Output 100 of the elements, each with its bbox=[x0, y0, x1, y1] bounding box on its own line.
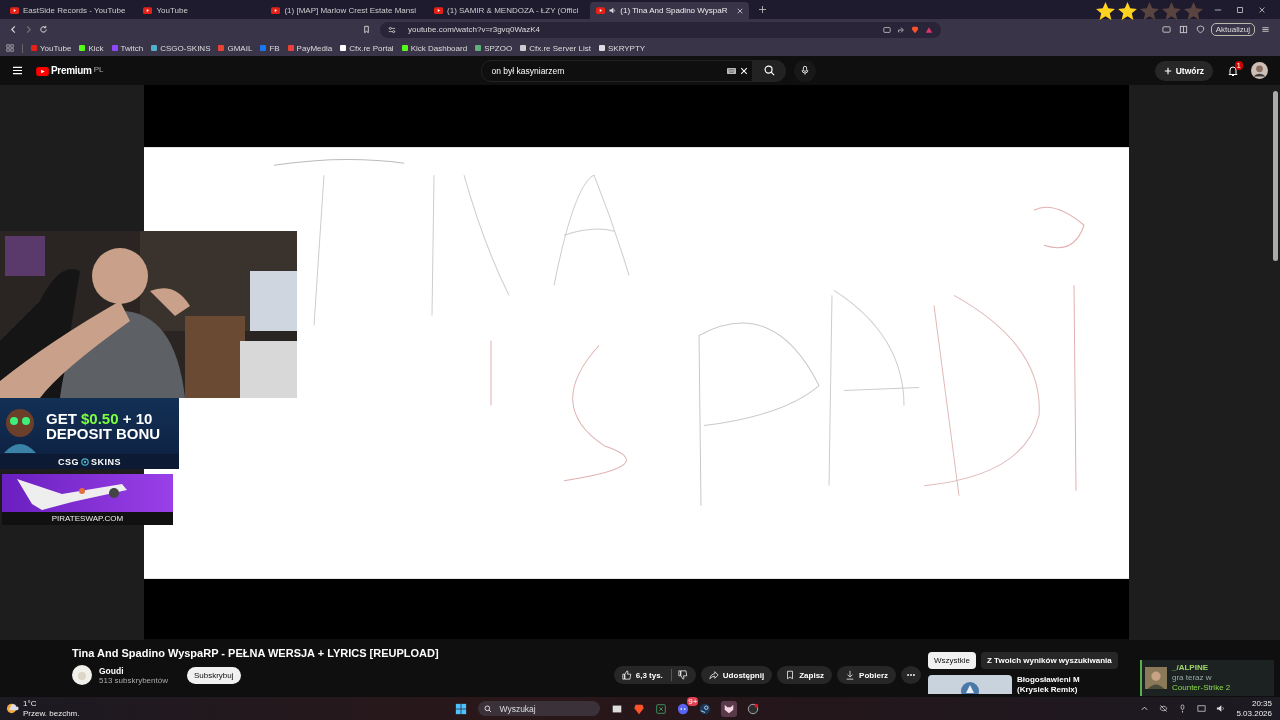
restore-icon[interactable] bbox=[1236, 5, 1244, 14]
site-settings-icon[interactable] bbox=[388, 25, 396, 34]
browser-tab[interactable]: YouTube bbox=[137, 2, 260, 19]
share-icon[interactable] bbox=[897, 25, 905, 34]
record-icon[interactable] bbox=[747, 702, 760, 715]
windows-icon[interactable] bbox=[455, 702, 468, 715]
subscribe-button[interactable]: Subskrybuj bbox=[186, 666, 241, 684]
brand-name: SKINS bbox=[91, 456, 121, 467]
address-bar[interactable]: youtube.com/watch?v=r3gvq0WazK4 bbox=[380, 21, 941, 38]
chevron-up-icon[interactable] bbox=[1140, 704, 1150, 713]
bookmark-item[interactable]: Cfx.re Server List bbox=[520, 43, 591, 53]
bookmark-item[interactable]: Kick Dashboard bbox=[401, 43, 468, 53]
bookmark-item[interactable]: SPZOO bbox=[475, 43, 513, 53]
create-button[interactable]: Utwórz bbox=[1154, 60, 1213, 81]
temperature: 1°C bbox=[23, 698, 38, 709]
keyboard-icon[interactable] bbox=[726, 67, 736, 74]
browser-tab[interactable]: (1) SAMIR & MENDOZA - ŁZY (Offici bbox=[428, 2, 585, 19]
play-icon bbox=[143, 7, 153, 14]
spreadsheet-icon[interactable] bbox=[655, 702, 668, 715]
bookmark-item[interactable]: CSGO-SKINS bbox=[151, 43, 211, 53]
search-field[interactable]: Wyszukaj bbox=[478, 701, 601, 716]
star-icon bbox=[1161, 1, 1182, 22]
chat-app-icon[interactable] bbox=[677, 702, 690, 715]
monitor-icon[interactable] bbox=[1197, 704, 1207, 713]
search-icon bbox=[763, 65, 775, 76]
sidebar-icon[interactable] bbox=[1178, 25, 1188, 34]
brand-name: CSG bbox=[58, 456, 79, 467]
speaker-icon[interactable] bbox=[1216, 704, 1226, 713]
browser-tab[interactable]: EastSide Records - YouTube bbox=[4, 2, 132, 19]
channel-name[interactable]: Goudi bbox=[99, 665, 168, 676]
browser-tab[interactable]: (1) Tina And Spadino WyspaR bbox=[590, 2, 750, 19]
action-button[interactable]: Pobierz bbox=[837, 666, 896, 684]
bookmark-item[interactable]: PayMedia bbox=[287, 43, 333, 53]
dislike-icon[interactable] bbox=[677, 670, 688, 680]
microphone-icon[interactable] bbox=[1178, 704, 1188, 713]
share-icon bbox=[708, 670, 719, 680]
bookmark-item[interactable]: YouTube bbox=[31, 43, 72, 53]
ad-headline: DEPOSIT BONU bbox=[46, 426, 161, 441]
friend-name: _/ALPINE bbox=[1172, 663, 1209, 673]
avatar-icon[interactable] bbox=[1251, 62, 1268, 79]
search-input[interactable]: on był kasyniarzem bbox=[489, 64, 727, 77]
game-name: Counter-Strike 2 bbox=[1172, 683, 1231, 693]
back-icon[interactable] bbox=[9, 25, 18, 34]
bookmark-item[interactable]: SKRYPTY bbox=[598, 43, 646, 53]
more-button[interactable] bbox=[901, 666, 921, 684]
fox-icon[interactable] bbox=[721, 700, 738, 717]
play-icon bbox=[271, 7, 281, 14]
search-button[interactable] bbox=[752, 59, 786, 82]
notification-toast[interactable]: _/ALPINE gra teraz w Counter-Strike 2 bbox=[1140, 660, 1274, 696]
close-icon[interactable] bbox=[737, 7, 744, 14]
clear-icon[interactable] bbox=[739, 66, 748, 75]
subscriber-count: 513 subskrybentów bbox=[99, 675, 168, 685]
thumbs-up-icon bbox=[621, 670, 632, 680]
action-button[interactable]: Udostępnij bbox=[700, 666, 773, 684]
new-tab-icon[interactable] bbox=[759, 6, 767, 13]
filter-chip[interactable]: Z Twoich wyników wyszukiwania bbox=[981, 652, 1118, 669]
play-icon bbox=[10, 7, 19, 14]
speaker-icon[interactable] bbox=[609, 7, 617, 14]
clock[interactable]: 20:35 5.03.2026 bbox=[1236, 698, 1272, 719]
menu-icon[interactable] bbox=[12, 66, 23, 75]
search-field[interactable]: on był kasyniarzem bbox=[480, 59, 753, 82]
action-button[interactable]: Zapisz bbox=[777, 666, 833, 684]
weather-icon[interactable] bbox=[6, 702, 19, 715]
play-icon bbox=[596, 7, 606, 14]
close-icon[interactable] bbox=[1258, 5, 1266, 14]
filter-chip[interactable]: Wszystkie bbox=[928, 652, 976, 669]
triangle-icon[interactable] bbox=[925, 25, 933, 34]
bookmark-item[interactable]: Kick bbox=[79, 43, 104, 53]
video-title[interactable]: Błogosławieni M bbox=[1017, 675, 1080, 685]
search-input[interactable]: Wyszukaj bbox=[497, 702, 582, 715]
search-icon bbox=[484, 704, 493, 713]
star-icon bbox=[1139, 1, 1160, 22]
bookmark-item[interactable]: Cfx.re Portal bbox=[340, 43, 394, 53]
reload-icon[interactable] bbox=[39, 25, 48, 34]
microphone-icon bbox=[799, 65, 810, 76]
bookmark-icon[interactable] bbox=[362, 25, 371, 34]
notification-badge: 1 bbox=[1234, 60, 1243, 70]
bookmark-item[interactable]: Twitch bbox=[111, 43, 144, 53]
cast-icon[interactable] bbox=[883, 25, 891, 34]
forward-icon[interactable] bbox=[24, 25, 33, 34]
extension-icon[interactable] bbox=[1161, 25, 1171, 34]
download-icon bbox=[845, 670, 856, 680]
eye-off-icon[interactable] bbox=[1159, 704, 1169, 713]
bookmark-item[interactable]: GMAIL bbox=[218, 43, 253, 53]
play-icon bbox=[434, 7, 444, 14]
star-icon bbox=[1095, 1, 1116, 22]
shield-icon[interactable] bbox=[1195, 25, 1205, 34]
notification-badge: 9+ bbox=[687, 696, 699, 706]
bookmark-item[interactable]: FB bbox=[260, 43, 280, 53]
video-subtitle[interactable]: (Krysiek Remix) bbox=[1017, 685, 1080, 695]
update-button[interactable]: Aktualizuj bbox=[1210, 23, 1255, 36]
scrollbar-thumb[interactable] bbox=[1273, 91, 1278, 261]
play-icon bbox=[36, 67, 49, 76]
menu-icon[interactable] bbox=[1261, 25, 1270, 34]
bell-icon[interactable] bbox=[1227, 64, 1239, 77]
channel-avatar-icon[interactable] bbox=[72, 665, 92, 685]
like-button[interactable]: 6,3 tys. bbox=[613, 666, 671, 684]
microphone-button[interactable] bbox=[793, 59, 816, 82]
browser-tab[interactable]: (1) [MAP] Marlow Crest Estate Mansi bbox=[265, 2, 423, 19]
star-icon bbox=[1117, 1, 1138, 22]
